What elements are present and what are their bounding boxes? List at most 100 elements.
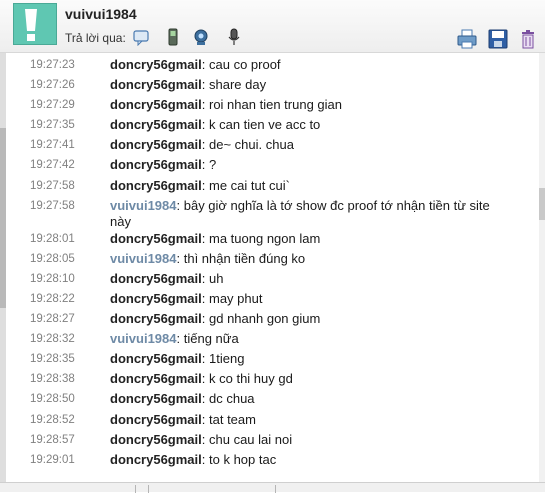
message-colon: :	[201, 77, 209, 93]
message-sender[interactable]: vuivui1984	[110, 198, 177, 213]
message-row: 19:27:23 doncry56gmail: cau co proof	[0, 56, 530, 76]
message-body: doncry56gmail: ma tuong ngon lam	[110, 230, 495, 247]
message-timestamp: 19:28:22	[30, 292, 75, 305]
message-text: gd nhanh gon gium	[209, 311, 321, 327]
message-body: doncry56gmail: may phut	[110, 290, 495, 307]
message-body: doncry56gmail: cau co proof	[110, 56, 495, 73]
message-colon: :	[176, 250, 184, 266]
chat-history[interactable]: 19:27:23 doncry56gmail: cau co proof 19:27…	[0, 52, 545, 483]
message-sender[interactable]: vuivui1984	[110, 251, 177, 266]
message-text: k can tien ve acc to	[209, 117, 321, 133]
message-text: me cai tut cui`	[209, 177, 290, 193]
microphone-icon[interactable]	[225, 28, 243, 46]
bottom-bar	[0, 482, 545, 493]
message-body: doncry56gmail: roi nhan tien trung gian	[110, 96, 495, 113]
message-body: doncry56gmail: uh	[110, 270, 495, 287]
message-text: dc chua	[209, 391, 255, 407]
message-timestamp: 19:28:05	[30, 252, 75, 265]
message-timestamp: 19:27:42	[30, 159, 75, 172]
message-sender[interactable]: doncry56gmail	[110, 412, 202, 427]
message-row: 19:27:35 doncry56gmail: k can tien ve acc…	[0, 116, 530, 136]
message-body: doncry56gmail: to k hop tac	[110, 451, 495, 468]
message-colon: :	[201, 371, 209, 387]
message-sender[interactable]: doncry56gmail	[110, 57, 202, 72]
message-row: 19:27:58 doncry56gmail: me cai tut cui`	[0, 177, 530, 197]
message-sender[interactable]: doncry56gmail	[110, 452, 202, 467]
message-body: doncry56gmail: ?	[110, 156, 495, 173]
message-body: vuivui1984: thì nhận tiền đúng ko	[110, 250, 495, 267]
message-sender[interactable]: doncry56gmail	[110, 137, 202, 152]
message-colon: :	[201, 290, 209, 306]
message-sender[interactable]: doncry56gmail	[110, 371, 202, 386]
message-sender[interactable]: vuivui1984	[110, 331, 177, 346]
message-colon: :	[201, 451, 209, 467]
message-body: doncry56gmail: me cai tut cui`	[110, 177, 495, 194]
message-row: 19:28:10 doncry56gmail: uh	[0, 270, 530, 290]
message-sender[interactable]: doncry56gmail	[110, 291, 202, 306]
message-sender[interactable]: doncry56gmail	[110, 351, 202, 366]
reply-via-label: Trả lời qua:	[65, 31, 126, 45]
message-row: 19:28:52 doncry56gmail: tat team	[0, 411, 530, 431]
message-sender[interactable]: doncry56gmail	[110, 77, 202, 92]
contact-name[interactable]: vuivui1984	[65, 6, 137, 22]
message-body: doncry56gmail: share day	[110, 76, 495, 93]
message-body: vuivui1984: tiếng nữa	[110, 330, 495, 347]
message-body: doncry56gmail: de~ chui. chua	[110, 136, 495, 153]
message-body: doncry56gmail: tat team	[110, 411, 495, 428]
message-timestamp: 19:29:01	[30, 453, 75, 466]
delete-icon[interactable]	[517, 28, 539, 50]
message-text: thì nhận tiền đúng ko	[183, 250, 306, 266]
message-sender[interactable]: doncry56gmail	[110, 231, 202, 246]
message-text: tiếng nữa	[183, 331, 239, 347]
message-row: 19:29:01 doncry56gmail: to k hop tac	[0, 451, 530, 471]
message-text: may phut	[209, 290, 263, 306]
print-icon[interactable]	[456, 28, 478, 50]
message-colon: :	[201, 157, 209, 173]
message-row: 19:28:27 doncry56gmail: gd nhanh gon gium	[0, 310, 530, 330]
exclamation-avatar-icon	[25, 9, 37, 41]
message-timestamp: 19:28:32	[30, 333, 75, 346]
right-scrollbar[interactable]	[539, 53, 545, 483]
message-row: 19:28:22 doncry56gmail: may phut	[0, 290, 530, 310]
message-sender[interactable]: doncry56gmail	[110, 97, 202, 112]
message-row: 19:28:35 doncry56gmail: 1tieng	[0, 350, 530, 370]
message-sender[interactable]: doncry56gmail	[110, 432, 202, 447]
message-row: 19:27:42 doncry56gmail: ?	[0, 156, 530, 176]
message-timestamp: 19:27:35	[30, 119, 75, 132]
message-timestamp: 19:28:10	[30, 272, 75, 285]
message-text: roi nhan tien trung gian	[209, 97, 342, 113]
right-scrollbar-thumb[interactable]	[539, 188, 545, 220]
message-row: 19:28:57 doncry56gmail: chu cau lai noi	[0, 431, 530, 451]
message-body: vuivui1984: bây giờ nghĩa là tớ show đc …	[110, 197, 495, 230]
message-timestamp: 19:28:35	[30, 353, 75, 366]
message-timestamp: 19:27:29	[30, 99, 75, 112]
mobile-phone-icon[interactable]	[164, 28, 182, 46]
message-timestamp: 19:27:26	[30, 79, 75, 92]
save-icon[interactable]	[487, 28, 509, 50]
message-sender[interactable]: doncry56gmail	[110, 178, 202, 193]
message-body: doncry56gmail: k can tien ve acc to	[110, 116, 495, 133]
im-bubble-icon[interactable]	[132, 28, 150, 47]
message-sender[interactable]: doncry56gmail	[110, 391, 202, 406]
message-row: 19:28:38 doncry56gmail: k co thi huy gd	[0, 370, 530, 390]
message-sender[interactable]: doncry56gmail	[110, 311, 202, 326]
message-timestamp: 19:28:52	[30, 413, 75, 426]
message-colon: :	[201, 431, 209, 447]
webcam-icon[interactable]	[192, 28, 210, 46]
message-text: de~ chui. chua	[209, 137, 294, 153]
chat-header: vuivui1984 Trả lời qua:	[0, 0, 545, 52]
message-timestamp: 19:27:58	[30, 199, 75, 212]
message-colon: :	[201, 311, 209, 327]
message-timestamp: 19:27:58	[30, 179, 75, 192]
message-sender[interactable]: doncry56gmail	[110, 271, 202, 286]
message-body: doncry56gmail: k co thi huy gd	[110, 370, 495, 387]
message-row: 19:28:01 doncry56gmail: ma tuong ngon lam	[0, 230, 530, 250]
message-sender[interactable]: doncry56gmail	[110, 157, 202, 172]
message-row: 19:28:32 vuivui1984: tiếng nữa	[0, 330, 530, 350]
message-text: uh	[209, 270, 224, 286]
message-timestamp: 19:28:38	[30, 373, 75, 386]
message-colon: :	[201, 391, 209, 407]
contact-avatar[interactable]	[13, 3, 57, 45]
message-sender[interactable]: doncry56gmail	[110, 117, 202, 132]
message-body: doncry56gmail: dc chua	[110, 390, 495, 407]
